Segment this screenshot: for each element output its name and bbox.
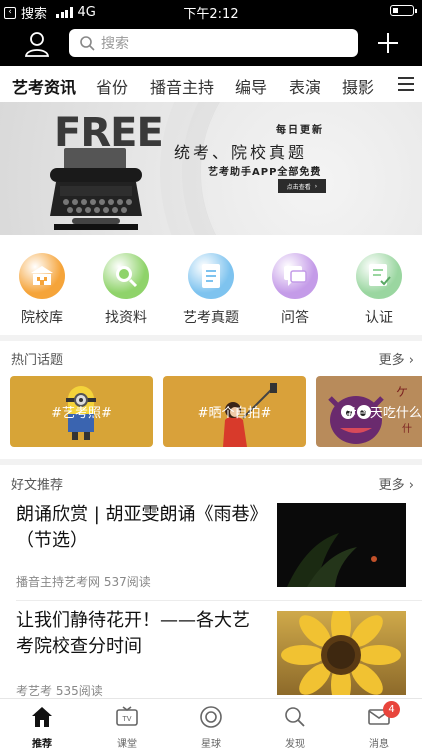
nav-label: 课堂 <box>117 739 137 750</box>
shortcut-label: 找资料 <box>105 310 147 326</box>
certificate-icon <box>356 253 402 299</box>
school-icon <box>19 253 65 299</box>
promo-banner[interactable]: FREE 每日更新 统考、院校真题 艺考助手APP全部免费 点击查看 › <box>0 102 422 235</box>
nav-label: 星球 <box>201 739 221 750</box>
search-placeholder: 搜索 <box>101 36 129 52</box>
banner-cta-button[interactable]: 点击查看 › <box>278 179 326 193</box>
nav-messages[interactable]: 消息 4 <box>349 701 409 750</box>
article-title: 朗诵欣赏 | 胡亚雯朗诵《雨巷》（节选） <box>16 504 259 551</box>
user-icon <box>24 32 50 57</box>
nav-label: 消息 <box>369 739 389 750</box>
status-time: 下午2:12 <box>183 7 239 22</box>
more-label: 更多 <box>378 353 405 368</box>
shortcut-school-library[interactable]: 院校库 <box>6 253 78 327</box>
shortcut-label: 认证 <box>365 310 393 326</box>
chat-icon <box>272 253 318 299</box>
more-label: 更多 <box>378 478 405 493</box>
nav-recommend[interactable]: 推荐 <box>12 705 72 750</box>
topic-label: #艺考照# <box>51 406 112 421</box>
banner-cta-label: 点击查看 <box>286 183 311 191</box>
search-input[interactable]: 搜索 <box>69 29 358 57</box>
topic-card[interactable]: #晒个自拍# <box>163 376 306 447</box>
plus-icon <box>378 33 398 53</box>
chevron-right-icon: › <box>314 182 318 190</box>
article-item[interactable]: 朗诵欣赏 | 胡亚雯朗诵《雨巷》（节选） 播音主持艺考网 537阅读 <box>0 496 422 598</box>
svg-text:什: 什 <box>402 423 412 435</box>
svg-text:ケ: ケ <box>396 385 408 399</box>
menu-icon[interactable] <box>398 77 414 91</box>
leaf-night-image <box>287 533 377 587</box>
divider <box>0 459 422 465</box>
divider <box>0 335 422 341</box>
document-icon <box>188 253 234 299</box>
shortcut-exam-papers[interactable]: 艺考真题 <box>175 253 247 327</box>
shortcut-qa[interactable]: 问答 <box>259 253 331 327</box>
topic-label: #今天吃什么# <box>346 406 422 421</box>
chevron-right-icon: › <box>408 478 414 493</box>
tab-province[interactable]: 省份 <box>96 74 128 98</box>
user-profile-button[interactable] <box>22 30 52 58</box>
nav-planet[interactable]: 星球 <box>181 705 241 750</box>
sunflower-image <box>281 611 401 695</box>
topic-label: #晒个自拍# <box>197 406 272 421</box>
tab-news[interactable]: 艺考资讯 <box>12 74 76 106</box>
article-item[interactable]: 让我们静待花开！——各大艺考院校查分时间 考艺考 535阅读 <box>0 602 422 698</box>
svg-text:TV: TV <box>121 715 131 723</box>
article-thumbnail <box>277 503 406 587</box>
nav-classroom[interactable]: TV 课堂 <box>97 705 157 750</box>
planet-icon <box>200 706 222 728</box>
bottom-navigation: 推荐 TV 课堂 星球 发现 消息 4 <box>0 698 422 750</box>
battery-icon <box>390 5 417 16</box>
typewriter-illustration <box>50 148 142 230</box>
nav-discover[interactable]: 发现 <box>265 705 325 750</box>
hot-topics-more[interactable]: 更多 › <box>379 349 414 368</box>
hot-topics-title: 热门话题 <box>11 353 64 368</box>
shortcut-label: 艺考真题 <box>183 310 239 326</box>
nav-label: 发现 <box>285 739 305 750</box>
articles-more[interactable]: 更多 › <box>379 474 414 493</box>
article-meta: 考艺考 535阅读 <box>16 684 103 698</box>
shortcut-find-materials[interactable]: 找资料 <box>90 253 162 327</box>
search-icon <box>285 707 305 727</box>
top-bar: ‹ 搜索 4G 下午2:12 搜索 <box>0 0 422 66</box>
tv-icon: TV <box>116 706 138 726</box>
banner-daily-update: 每日更新 <box>276 125 324 136</box>
shortcut-label: 院校库 <box>21 310 63 326</box>
status-bar: ‹ 搜索 4G 下午2:12 <box>0 0 422 22</box>
home-icon <box>32 707 52 727</box>
shortcut-label: 问答 <box>281 310 309 326</box>
chevron-right-icon: › <box>408 353 414 368</box>
articles-title: 好文推荐 <box>11 478 64 493</box>
tab-photography[interactable]: 摄影 <box>342 74 374 98</box>
topic-card[interactable]: #艺考照# <box>10 376 153 447</box>
tab-broadcasting[interactable]: 播音主持 <box>150 74 214 98</box>
magnifier-icon <box>103 253 149 299</box>
article-thumbnail <box>277 611 406 695</box>
category-tabs: 艺考资讯 省份 播音主持 编导 表演 摄影 <box>0 66 422 106</box>
nav-label: 推荐 <box>32 739 52 750</box>
divider <box>16 600 422 601</box>
article-meta: 播音主持艺考网 537阅读 <box>16 575 151 589</box>
tab-directing[interactable]: 编导 <box>235 74 267 98</box>
banner-free-note: 艺考助手APP全部免费 <box>208 167 322 178</box>
shortcut-grid: 院校库 找资料 艺考真题 问答 认证 <box>0 235 422 335</box>
article-title: 让我们静待花开！——各大艺考院校查分时间 <box>16 610 250 657</box>
banner-headline: 统考、院校真题 <box>174 143 308 162</box>
search-icon <box>80 36 95 51</box>
shortcut-certification[interactable]: 认证 <box>343 253 415 327</box>
unread-badge: 4 <box>383 701 400 718</box>
tab-acting[interactable]: 表演 <box>289 74 321 98</box>
add-button[interactable] <box>376 31 400 55</box>
topic-card[interactable]: ケ 什 #今天吃什么# <box>316 376 422 447</box>
